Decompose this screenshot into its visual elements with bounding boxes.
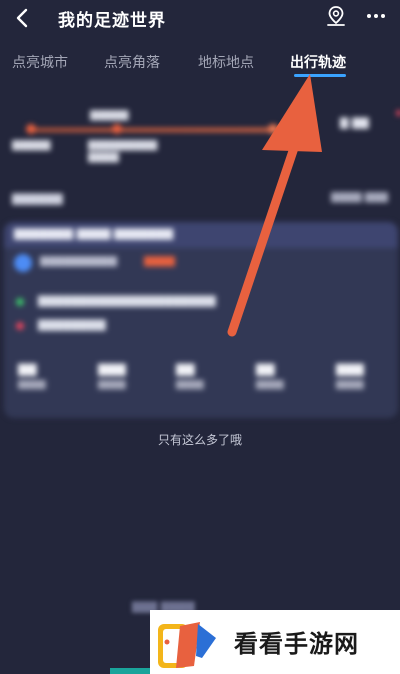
tab-travel-tracks[interactable]: 出行轨迹	[290, 52, 346, 72]
end-point-icon	[16, 322, 24, 330]
location-button[interactable]	[324, 4, 348, 28]
more-horizontal-icon	[367, 14, 371, 18]
watermark-logo-icon	[158, 622, 216, 668]
back-button[interactable]	[8, 4, 36, 32]
top-bar: 我的足迹世界	[0, 0, 400, 36]
car-icon	[14, 254, 32, 272]
watermark-text: 看看手游网	[234, 629, 359, 658]
active-tab-indicator	[294, 74, 346, 77]
bottom-strip	[110, 668, 150, 674]
map-pin-icon	[327, 6, 345, 26]
trip-card[interactable]: ▇▇▇▇▇▇▇ ▇▇▇▇ ▇▇▇▇▇▇▇ ▇▇▇▇▇▇▇▇▇▇ ▇▇▇▇ ▇▇▇…	[4, 222, 398, 418]
more-button[interactable]	[362, 4, 390, 28]
tab-light-cities[interactable]: 点亮城市	[12, 52, 68, 72]
month-summary-row: ▇▇▇▇▇▇ ▇▇▇▇ ▇▇▇	[12, 192, 388, 205]
tab-landmarks[interactable]: 地标地点	[198, 52, 254, 72]
start-point-icon	[16, 298, 24, 306]
site-watermark: 看看手游网	[150, 610, 400, 674]
end-of-list-text: 只有这么多了哦	[157, 433, 242, 447]
page-title: 我的足迹世界	[58, 11, 166, 31]
track-timeline[interactable]: ▇▇▇▇▇ ▇▇▇▇▇ ▇▇▇▇▇▇▇▇▇ ▇▇▇▇ ▇ ▇▇	[12, 102, 400, 163]
chevron-left-icon	[16, 8, 28, 28]
tab-light-corners[interactable]: 点亮角落	[104, 52, 160, 72]
